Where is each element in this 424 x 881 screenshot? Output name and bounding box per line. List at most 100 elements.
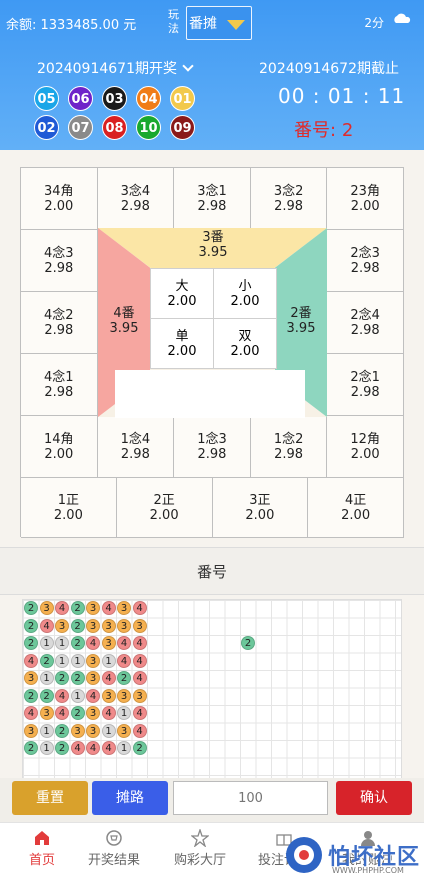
tab-results[interactable]: 开奖结果 [72, 829, 156, 868]
bet-cell[interactable]: 34角 2.00 [21, 168, 98, 230]
trend-ball: 3 [55, 618, 69, 633]
trend-ball: 4 [117, 636, 131, 650]
bet-small[interactable]: 小 2.00 [213, 268, 277, 319]
bet-cell[interactable]: 4念1 2.98 [21, 354, 98, 416]
bet-cell[interactable]: 2正 2.00 [116, 478, 213, 538]
bet-even-name: 双 [238, 328, 252, 344]
bet-cell-odds: 2.98 [44, 384, 74, 400]
bet-cell[interactable]: 1念3 2.98 [174, 416, 251, 478]
bet-cell-name: 12角 [350, 431, 380, 447]
bet-cell[interactable]: 3念2 2.98 [250, 168, 328, 230]
bet-cell[interactable]: 3念1 2.98 [174, 168, 251, 230]
tab-lobby[interactable]: 购彩大厅 [158, 829, 242, 868]
bet-cell[interactable]: 4念3 2.98 [21, 230, 98, 292]
trend-road-button[interactable]: 摊路 [92, 781, 168, 815]
trend-ball: 3 [132, 688, 147, 703]
trend-ball: 4 [101, 706, 116, 720]
fan2-odds: 3.95 [286, 321, 316, 336]
bet-cell[interactable]: 2念1 2.98 [327, 354, 404, 416]
mode-label: 玩法 [168, 8, 179, 35]
bet-cell-odds: 2.98 [350, 260, 380, 276]
timer-unit[interactable]: 2分 [364, 14, 384, 31]
bet-cell-name: 2念4 [350, 307, 380, 323]
bet-cell-odds: 2.98 [350, 384, 380, 400]
trend-ball: 4 [55, 601, 69, 615]
bet-cell-odds: 2.98 [120, 198, 150, 214]
trend-ball: 3 [101, 688, 116, 703]
trend-ball: 1 [70, 653, 85, 668]
result-ball: 08 [102, 115, 127, 140]
current-issue-dropdown[interactable]: 20240914671期开奖 [37, 58, 195, 78]
bet-cell-odds: 2.00 [44, 198, 74, 214]
bet-cell-name: 4念2 [44, 307, 74, 323]
bet-cell-name: 1正 [57, 492, 80, 508]
header: 余额: 1333485.00 元 玩法 番摊 2分 20240914671期开奖… [0, 0, 424, 150]
trend-ball: 4 [24, 706, 38, 720]
bet-cell[interactable]: 3正 2.00 [212, 478, 309, 538]
bet-cell[interactable]: 2念3 2.98 [327, 230, 404, 292]
bet-cell[interactable]: 12角 2.00 [327, 416, 404, 478]
bet-even[interactable]: 双 2.00 [213, 318, 277, 369]
confirm-button[interactable]: 确认 [336, 781, 412, 815]
bet-cell[interactable]: 4念2 2.98 [21, 292, 98, 354]
bet-cell-name: 2正 [153, 492, 175, 508]
result-ball: 05 [34, 86, 59, 111]
star-icon [191, 829, 209, 847]
trend-ball: 1 [117, 741, 131, 755]
bet-cell-odds: 2.98 [274, 198, 304, 214]
trend-ball: 2 [24, 741, 38, 755]
fan4-name: 4番 [113, 306, 135, 321]
fan3-label: 3番 3.95 [188, 230, 238, 260]
bet-cell-name: 14角 [44, 431, 74, 447]
trend-ball: 3 [70, 723, 85, 738]
trend-ball: 4 [132, 723, 147, 738]
bet-cell[interactable]: 3念4 2.98 [97, 168, 175, 230]
bet-odd[interactable]: 单 2.00 [150, 318, 214, 369]
trend-ball: 4 [101, 671, 116, 685]
trend-ball: 3 [39, 706, 54, 720]
trend-ball: 4 [132, 671, 147, 685]
trend-ball: 2 [55, 741, 69, 755]
result-ball: 02 [34, 115, 59, 140]
result-ball: 06 [68, 86, 93, 111]
bet-even-odds: 2.00 [230, 343, 260, 359]
mode-select[interactable]: 番摊 [186, 6, 252, 40]
bet-odd-odds: 2.00 [167, 343, 197, 359]
reset-button[interactable]: 重置 [12, 781, 88, 815]
trend-ball: 4 [132, 601, 147, 615]
trend-ball: 4 [86, 688, 100, 703]
trend-ball: 3 [86, 723, 100, 738]
bet-cell[interactable]: 1正 2.00 [21, 478, 117, 538]
watermark-sub: WWW.PHPHP.COM [332, 866, 404, 875]
trend-ball: 2 [24, 601, 38, 615]
cloud-icon[interactable] [392, 12, 412, 24]
trend-ball: 3 [39, 601, 54, 615]
bet-cell[interactable]: 1念2 2.98 [250, 416, 328, 478]
trend-ball: 2 [70, 636, 85, 650]
bet-cell[interactable]: 23角 2.00 [327, 168, 404, 230]
bet-big[interactable]: 大 2.00 [150, 268, 214, 319]
watermark-logo-icon [286, 837, 322, 873]
fan2-name: 2番 [290, 306, 312, 321]
trend-ball: 3 [86, 671, 100, 685]
trend-ball: 3 [132, 618, 147, 633]
trend-ball: 3 [86, 706, 100, 720]
amount-input[interactable] [173, 781, 328, 815]
trend-ball: 3 [101, 618, 116, 633]
trend-ball: 3 [24, 671, 38, 685]
tab-home-label: 首页 [28, 853, 55, 868]
trend-ball: 2 [132, 741, 147, 755]
balance-text: 余额: 1333485.00 元 [6, 18, 137, 33]
result-ball: 04 [136, 86, 161, 111]
trend-ball: 3 [117, 601, 131, 615]
trend-ball: 4 [55, 706, 69, 720]
result-ball: 10 [136, 115, 161, 140]
trend-ball: 4 [86, 636, 100, 650]
next-issue-text: 20240914672期截止 [259, 61, 399, 77]
bet-cell-name: 2念3 [350, 245, 380, 261]
bet-cell-odds: 2.00 [53, 507, 83, 523]
bet-cell[interactable]: 14角 2.00 [21, 416, 98, 478]
bet-cell[interactable]: 2念4 2.98 [327, 292, 404, 354]
bet-cell[interactable]: 1念4 2.98 [97, 416, 175, 478]
bet-cell[interactable]: 4正 2.00 [308, 478, 404, 538]
